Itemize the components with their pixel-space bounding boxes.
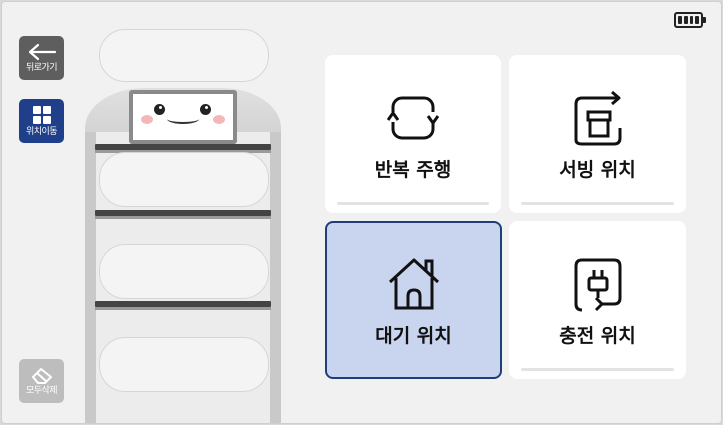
charging-position-card[interactable]: 충전 위치	[509, 221, 686, 379]
robot-tray-3	[95, 301, 271, 310]
clear-all-button[interactable]: 모두삭제	[19, 359, 64, 403]
home-icon	[388, 258, 439, 310]
robot-tray-2	[95, 210, 271, 219]
tray-slot-top[interactable]	[99, 29, 269, 82]
tray-slot-1[interactable]	[99, 152, 269, 207]
standby-position-card[interactable]: 대기 위치	[325, 221, 502, 379]
standby-position-label: 대기 위치	[375, 325, 452, 347]
repeat-drive-label: 반복 주행	[374, 159, 452, 181]
move-position-button[interactable]: 위치이동	[19, 99, 64, 143]
clear-all-label: 모두삭제	[25, 386, 58, 396]
back-button[interactable]: 뒤로가기	[19, 36, 64, 80]
back-button-label: 뒤로가기	[25, 63, 58, 73]
arrow-left-icon	[28, 43, 56, 61]
charging-plug-icon	[574, 258, 621, 312]
repeat-drive-card[interactable]: 반복 주행	[325, 55, 501, 213]
serving-position-label: 서빙 위치	[559, 159, 636, 181]
charging-position-label: 충전 위치	[559, 325, 636, 347]
serving-box-icon	[574, 90, 621, 146]
repeat-loop-icon	[387, 96, 439, 140]
tray-slot-2[interactable]	[99, 244, 269, 299]
move-position-label: 위치이동	[25, 127, 58, 137]
battery-full-icon	[674, 12, 706, 28]
robot-tray-1	[95, 144, 271, 153]
eraser-icon	[31, 368, 52, 384]
app-screen: 뒤로가기 위치이동 모두삭제 반복 주행 서빙 위치 대기 위치 충전 위치	[1, 1, 722, 424]
tray-slot-3[interactable]	[99, 337, 269, 392]
serving-position-card[interactable]: 서빙 위치	[509, 55, 686, 213]
grid-icon	[32, 106, 51, 124]
robot-face	[129, 90, 237, 144]
